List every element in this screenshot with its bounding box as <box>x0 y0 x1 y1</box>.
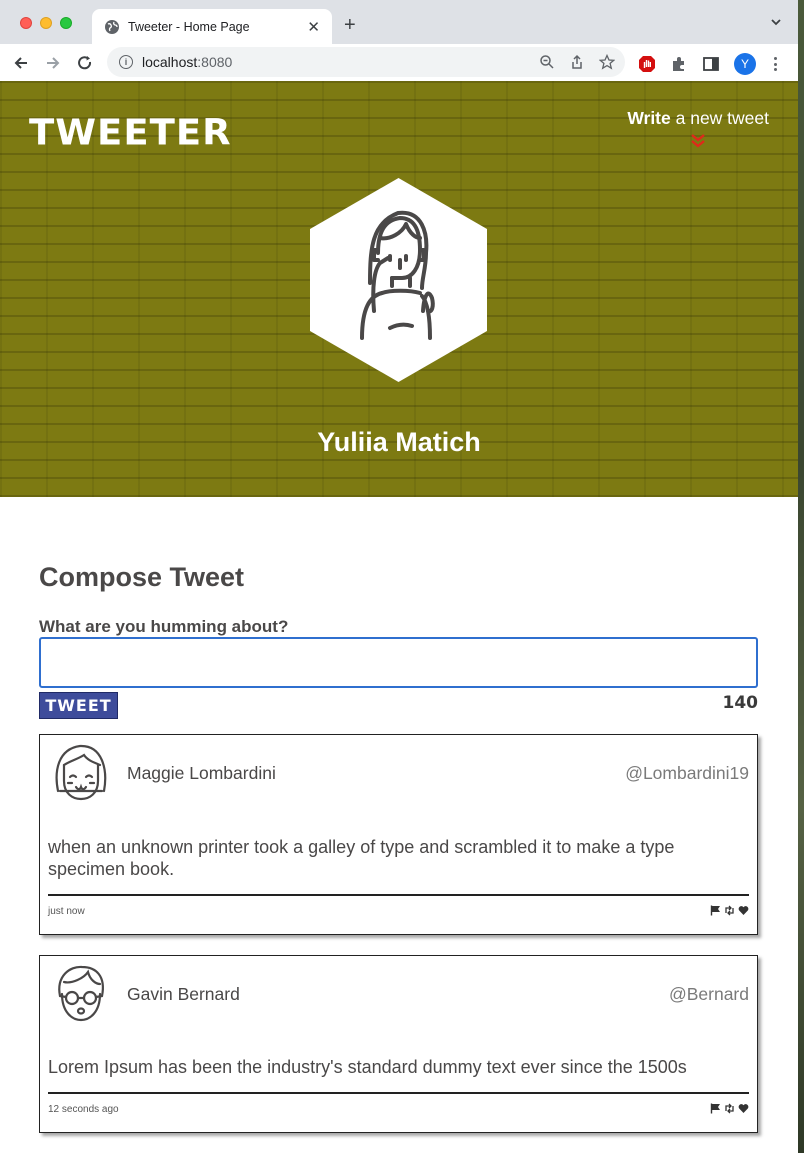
compose-section: Compose Tweet What are you humming about… <box>39 562 758 734</box>
maximize-window-button[interactable] <box>60 17 72 29</box>
double-chevron-down-icon[interactable] <box>690 133 706 149</box>
tab-close-icon[interactable]: ✕ <box>307 18 320 36</box>
flag-icon[interactable] <box>710 905 721 916</box>
man-glasses-avatar-icon <box>58 965 104 1022</box>
tweet-timestamp: 12 seconds ago <box>48 1104 119 1115</box>
write-new-tweet-link[interactable]: Write a new tweet <box>627 108 769 129</box>
browser-tab[interactable]: Tweeter - Home Page ✕ <box>92 9 332 44</box>
tweet-footer: just now <box>48 894 749 934</box>
close-window-button[interactable] <box>20 17 32 29</box>
back-arrow-icon <box>14 57 27 69</box>
forward-button[interactable] <box>42 52 64 74</box>
heart-icon[interactable] <box>738 905 749 916</box>
tweet-textarea[interactable] <box>39 637 758 688</box>
retweet-icon[interactable] <box>724 905 735 916</box>
bookmark-star-icon[interactable] <box>599 54 615 70</box>
profile-header: TWEETER Write a new tweet Yuliia Matich <box>0 81 798 497</box>
browser-chrome: Tweeter - Home Page ✕ + i localhost:8080 <box>0 0 798 81</box>
character-counter: 140 <box>722 693 759 713</box>
share-icon[interactable] <box>569 54 585 70</box>
globe-icon <box>105 19 119 34</box>
back-button[interactable] <box>10 52 32 74</box>
tweet-actions <box>710 905 749 916</box>
tweet-card: Maggie Lombardini @Lombardini19 when an … <box>39 734 758 935</box>
tweet-author-name: Gavin Bernard <box>127 984 240 1004</box>
heart-icon[interactable] <box>738 1103 749 1114</box>
site-logo[interactable]: TWEETER <box>29 112 232 153</box>
title-bar: Tweeter - Home Page ✕ + <box>0 0 798 44</box>
browser-toolbar: i localhost:8080 Y <box>0 44 798 81</box>
profile-avatar[interactable]: Y <box>734 53 756 75</box>
tweet-timestamp: just now <box>48 906 85 917</box>
profile-avatar-hexagon <box>310 178 487 382</box>
tweet-text: when an unknown printer took a galley of… <box>48 837 675 879</box>
girl-bangs-avatar-icon <box>55 744 107 801</box>
profile-name: Yuliia Matich <box>317 427 481 457</box>
main-content: Compose Tweet What are you humming about… <box>0 562 798 1133</box>
page: TWEETER Write a new tweet Yuliia Matich … <box>0 81 798 1153</box>
minimize-window-button[interactable] <box>40 17 52 29</box>
tweet-text: Lorem Ipsum has been the industry's stan… <box>48 1057 687 1077</box>
tweet-card: Gavin Bernard @Bernard Lorem Ipsum has b… <box>39 955 758 1133</box>
tab-title: Tweeter - Home Page <box>128 19 250 34</box>
extensions-puzzle-icon[interactable] <box>670 55 688 73</box>
window-controls <box>20 17 72 29</box>
retweet-icon[interactable] <box>724 1103 735 1114</box>
tweet-actions <box>710 1103 749 1114</box>
address-bar[interactable]: i localhost:8080 <box>107 47 625 77</box>
compose-prompt-label: What are you humming about? <box>39 617 289 636</box>
tab-search-chevron-icon[interactable] <box>770 16 782 28</box>
reload-icon <box>78 56 92 70</box>
zoom-out-icon[interactable] <box>539 54 555 70</box>
adblock-hand-icon[interactable] <box>638 55 656 73</box>
new-tab-button[interactable]: + <box>344 15 356 35</box>
tweet-header: Gavin Bernard @Bernard <box>40 956 757 1040</box>
tweet-header: Maggie Lombardini @Lombardini19 <box>40 735 757 822</box>
flag-icon[interactable] <box>710 1103 721 1114</box>
tweet-author-handle[interactable]: @Lombardini19 <box>625 763 749 784</box>
compose-controls: TWEET 140 <box>39 688 758 734</box>
side-panel-icon[interactable] <box>702 55 720 73</box>
compose-title: Compose Tweet <box>39 562 245 592</box>
url-text: localhost:8080 <box>142 54 233 70</box>
tweet-author-handle[interactable]: @Bernard <box>669 984 749 1005</box>
tweet-author-name: Maggie Lombardini <box>127 763 276 783</box>
site-info-icon[interactable]: i <box>119 55 133 69</box>
forward-arrow-icon <box>47 57 60 69</box>
reload-button[interactable] <box>74 52 96 74</box>
desktop-background <box>798 0 804 1153</box>
tweet-footer: 12 seconds ago <box>48 1092 749 1132</box>
browser-menu-icon[interactable] <box>770 55 780 73</box>
tweets-list: Maggie Lombardini @Lombardini19 when an … <box>39 734 758 1133</box>
tweet-submit-button[interactable]: TWEET <box>39 692 118 719</box>
